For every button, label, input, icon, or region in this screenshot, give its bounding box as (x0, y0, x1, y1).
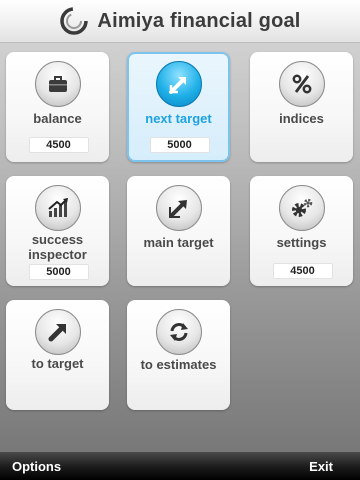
success-inspector-label: success inspector (28, 232, 87, 262)
next-target-label: next target (145, 111, 212, 126)
balance-label: balance (33, 111, 82, 126)
settings-value: 4500 (272, 263, 333, 279)
arrow-edit-icon (155, 185, 202, 231)
main-target-label: main target (143, 235, 214, 250)
next-target-tile[interactable]: next target 5000 (127, 52, 230, 162)
menu-grid: balance 4500 next target 5000 indices su… (0, 0, 360, 450)
exit-softkey[interactable]: Exit (297, 459, 360, 474)
balance-tile[interactable]: balance 4500 (6, 52, 109, 162)
softkey-bar: Options Exit (0, 452, 360, 480)
to-estimates-tile[interactable]: to estimates (127, 300, 230, 410)
gears-icon (278, 185, 325, 231)
next-target-value: 5000 (149, 137, 210, 153)
arrow-up-right-icon (34, 309, 81, 355)
success-inspector-value: 5000 (28, 264, 89, 280)
refresh-icon (155, 309, 202, 355)
success-inspector-tile[interactable]: success inspector 5000 (6, 176, 109, 286)
settings-tile[interactable]: settings 4500 (250, 176, 353, 286)
settings-label: settings (276, 235, 327, 250)
to-target-label: to target (31, 356, 84, 371)
indices-label: indices (279, 111, 324, 126)
indices-tile[interactable]: indices (250, 52, 353, 162)
to-estimates-label: to estimates (140, 357, 217, 372)
main-target-tile[interactable]: main target (127, 176, 230, 286)
options-softkey[interactable]: Options (0, 459, 73, 474)
to-target-tile[interactable]: to target (6, 300, 109, 410)
balance-value: 4500 (28, 137, 89, 153)
percent-icon (278, 61, 325, 107)
briefcase-icon (34, 61, 81, 107)
arrow-expand-icon (155, 61, 202, 107)
growth-chart-icon (34, 185, 81, 231)
